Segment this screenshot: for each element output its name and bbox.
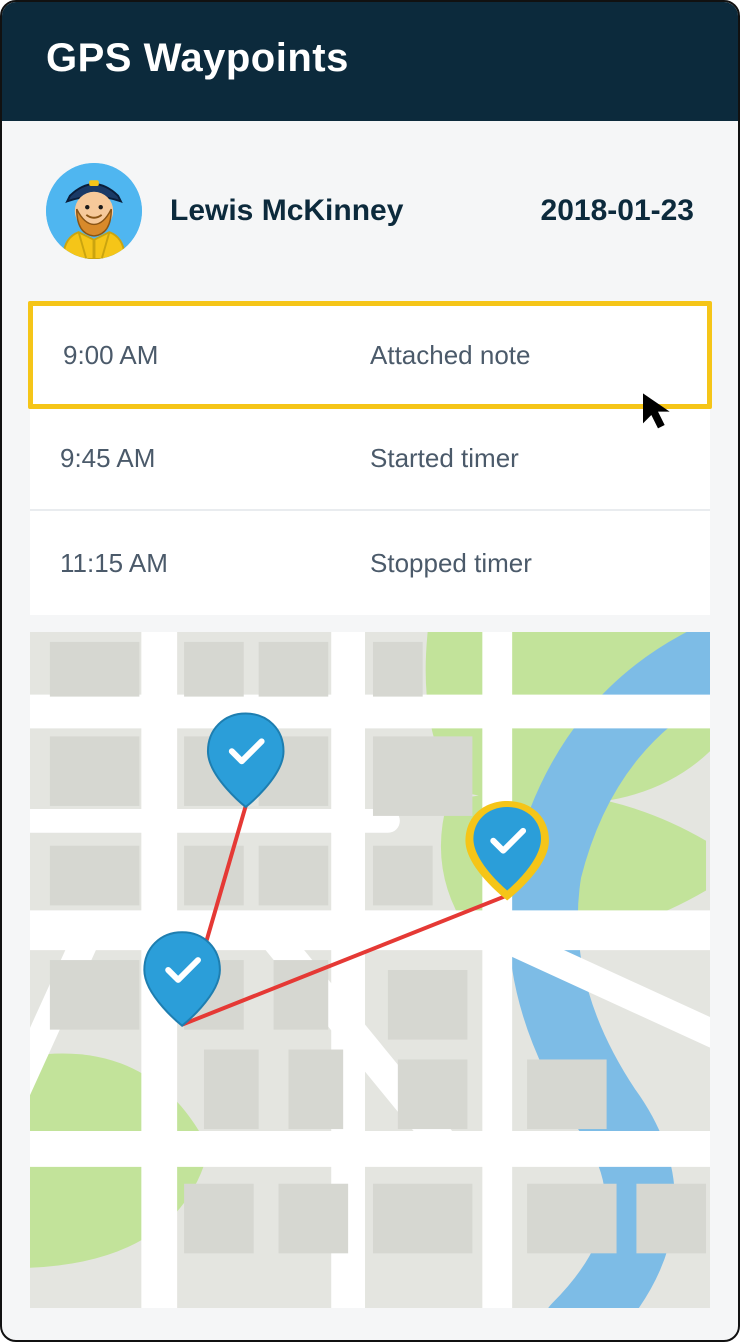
gps-waypoints-card: GPS Waypoints Lewis M bbox=[0, 0, 740, 1342]
page-title: GPS Waypoints bbox=[46, 36, 694, 81]
waypoint-time: 11:15 AM bbox=[60, 548, 370, 579]
user-date: 2018-01-23 bbox=[541, 194, 694, 228]
waypoint-action: Attached note bbox=[370, 340, 677, 371]
user-name: Lewis McKinney bbox=[170, 194, 541, 228]
waypoint-action: Started timer bbox=[370, 443, 680, 474]
waypoint-time: 9:00 AM bbox=[63, 340, 370, 371]
waypoint-row[interactable]: 9:45 AM Started timer bbox=[30, 407, 710, 511]
map-illustration bbox=[30, 632, 710, 1308]
card-header: GPS Waypoints bbox=[2, 2, 738, 121]
waypoints-list: 9:00 AM Attached note 9:45 AM Started ti… bbox=[30, 301, 710, 615]
waypoint-row[interactable]: 9:00 AM Attached note bbox=[28, 301, 712, 409]
avatar-illustration bbox=[46, 163, 142, 259]
user-row: Lewis McKinney 2018-01-23 bbox=[2, 121, 738, 303]
waypoint-action: Stopped timer bbox=[370, 548, 680, 579]
waypoint-row[interactable]: 11:15 AM Stopped timer bbox=[30, 511, 710, 615]
avatar bbox=[46, 163, 142, 259]
waypoint-time: 9:45 AM bbox=[60, 443, 370, 474]
map[interactable] bbox=[30, 632, 710, 1308]
